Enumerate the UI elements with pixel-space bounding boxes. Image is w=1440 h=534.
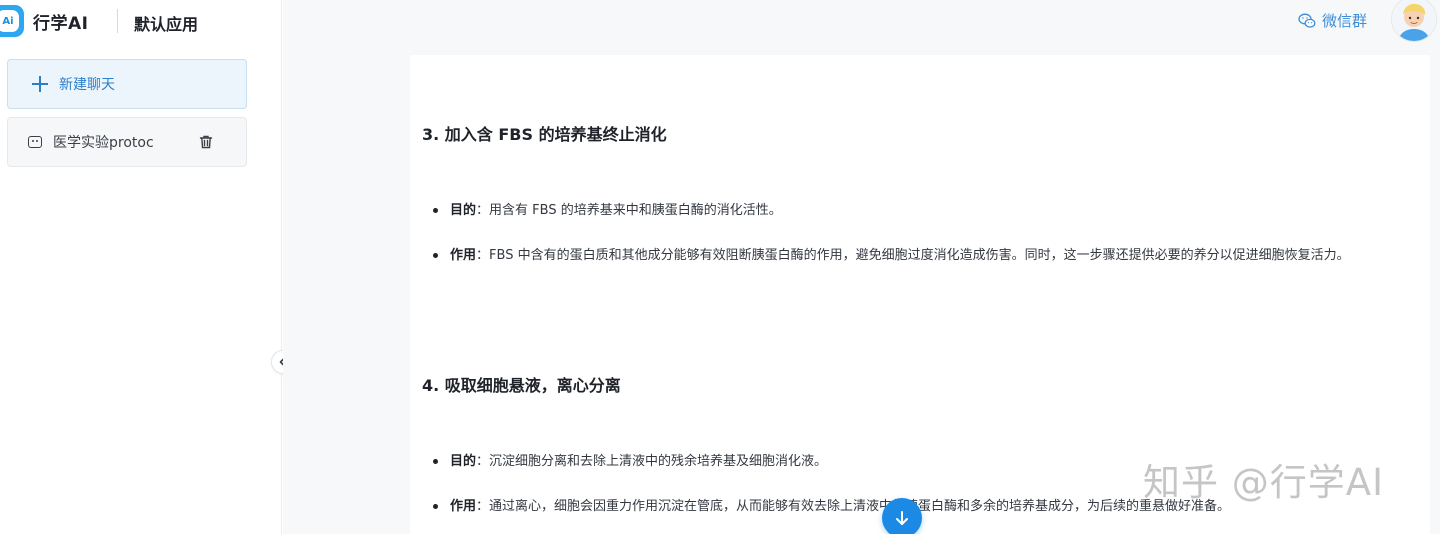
bullet-text: 用含有 FBS 的培养基来中和胰蛋白酶的消化活性。 <box>489 203 782 218</box>
history-item-label: 医学实验protoc <box>53 135 154 151</box>
new-chat-button[interactable]: 新建聊天 <box>7 59 247 109</box>
new-chat-label: 新建聊天 <box>59 77 115 93</box>
section-title: 3. 加入含 FBS 的培养基终止消化 <box>422 125 667 144</box>
sidebar: Ai 行学AI 默认应用 新建聊天 医学实验protoc <box>0 0 295 534</box>
bullet-term: 目的 <box>450 454 477 469</box>
plus-icon <box>32 76 48 92</box>
user-avatar-icon <box>1392 0 1436 41</box>
brand-divider <box>117 9 118 33</box>
wechat-icon <box>1298 13 1316 28</box>
bot-icon <box>28 136 42 148</box>
section-title: 4. 吸取细胞悬液，离心分离 <box>422 376 621 395</box>
bullet-term: 作用 <box>450 248 477 263</box>
bullet-text: 沉淀细胞分离和去除上清液中的残余培养基及细胞消化液。 <box>489 454 828 469</box>
list-item: 目的：用含有 FBS 的培养基来中和胰蛋白酶的消化活性。 <box>433 200 1413 221</box>
app-window: Ai 行学AI 默认应用 新建聊天 医学实验protoc 微信群 3. 加入含 … <box>0 0 1440 534</box>
bullet-text: 通过离心，细胞会因重力作用沉淀在管底，从而能够有效去除上清液中的胰蛋白酶和多余的… <box>489 499 1231 514</box>
wechat-group-label: 微信群 <box>1322 12 1368 30</box>
bullet-term: 作用 <box>450 499 477 514</box>
bullet-text: FBS 中含有的蛋白质和其他成分能够有效阻断胰蛋白酶的作用，避免细胞过度消化造成… <box>489 248 1350 263</box>
app-name: 默认应用 <box>134 15 199 34</box>
watermark: 知乎 @行学AI <box>1143 461 1384 504</box>
wechat-group-link[interactable]: 微信群 <box>1298 10 1367 31</box>
logo-text: Ai <box>0 10 19 32</box>
avatar[interactable] <box>1391 0 1437 42</box>
list-item: 作用：FBS 中含有的蛋白质和其他成分能够有效阻断胰蛋白酶的作用，避免细胞过度消… <box>433 245 1413 266</box>
bullet-term: 目的 <box>450 203 477 218</box>
scroll-to-bottom-button[interactable] <box>882 498 922 534</box>
bullet-separator: ： <box>476 248 490 263</box>
arrow-down-icon <box>896 511 908 525</box>
brand-header: Ai 行学AI 默认应用 <box>0 0 282 42</box>
trash-icon[interactable] <box>198 134 214 150</box>
brand-name: 行学AI <box>33 14 89 34</box>
logo-icon: Ai <box>0 5 24 37</box>
bullet-separator: ： <box>476 454 490 469</box>
bullet-separator: ： <box>476 203 490 218</box>
history-item[interactable]: 医学实验protoc <box>7 117 247 167</box>
bullet-separator: ： <box>476 499 490 514</box>
